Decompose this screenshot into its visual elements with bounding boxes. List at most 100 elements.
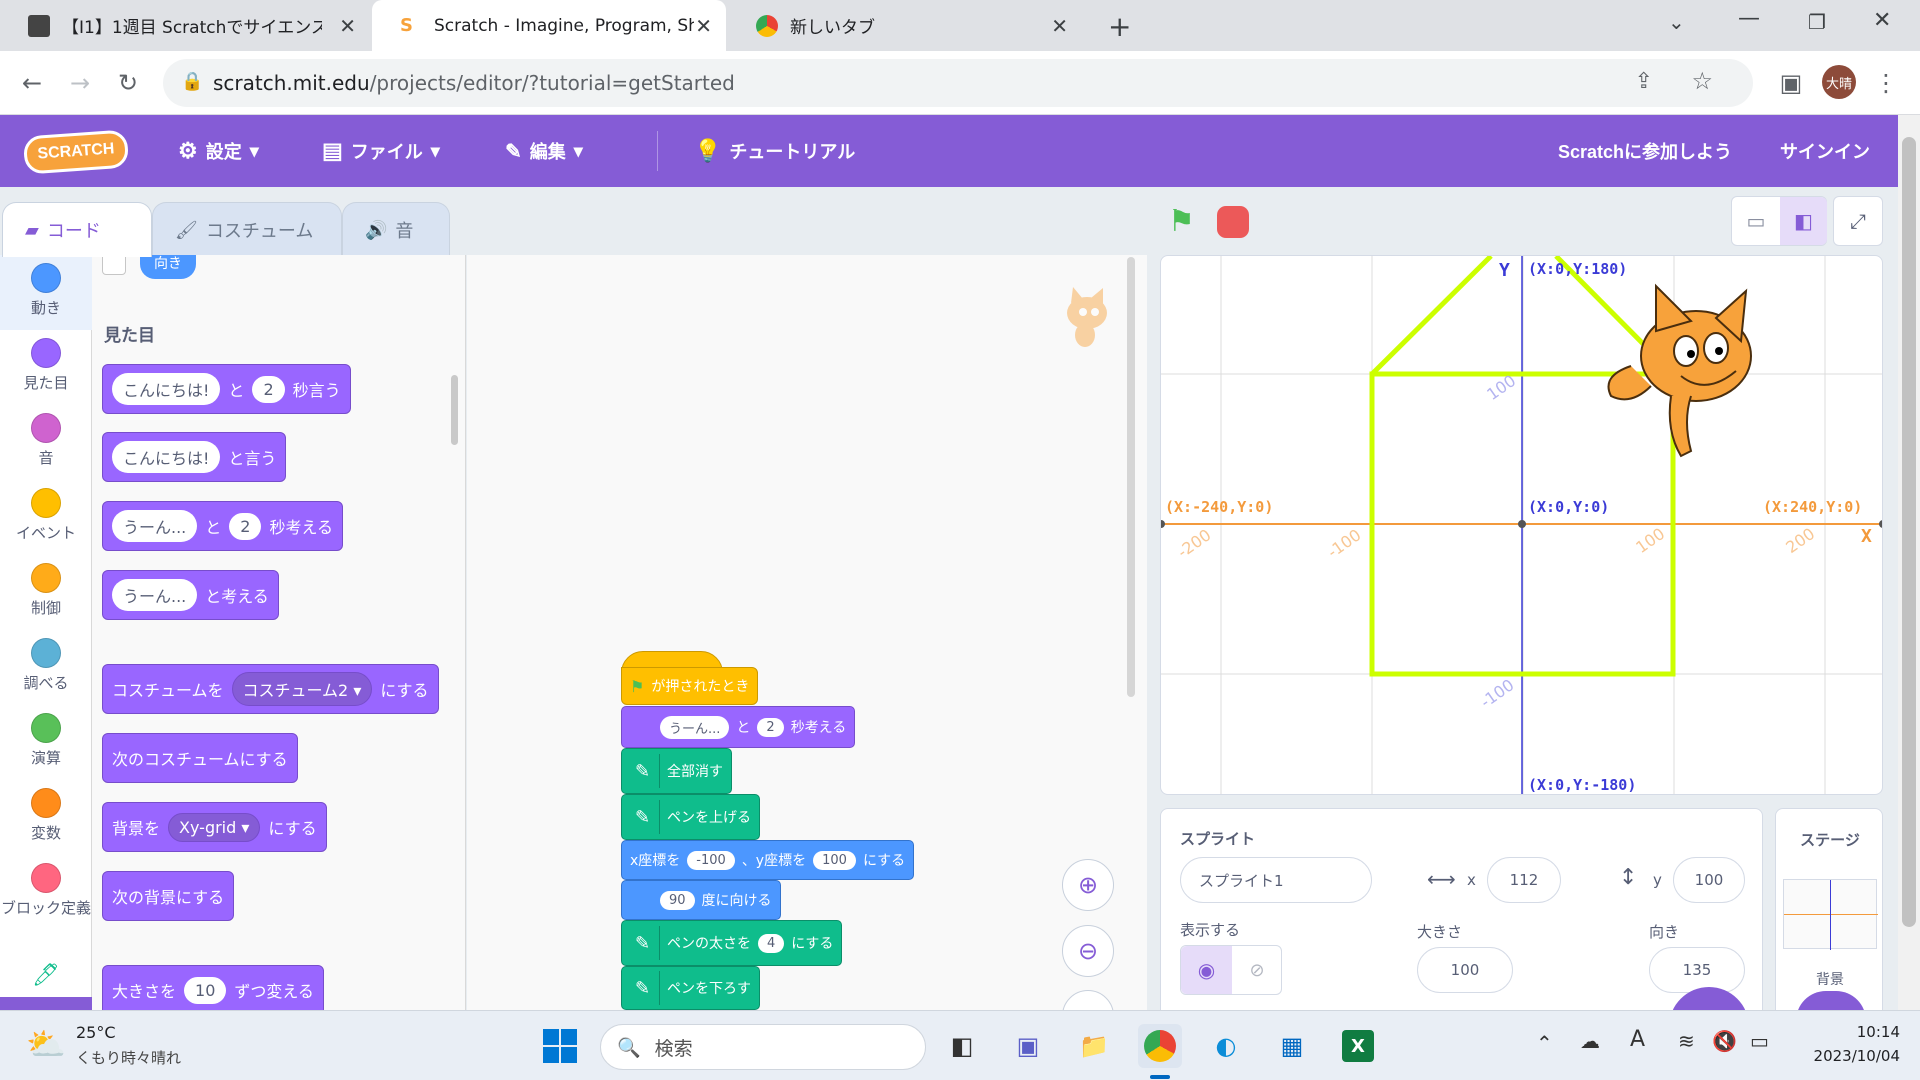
window-close-icon[interactable]: ✕ bbox=[1873, 8, 1891, 33]
secs-input[interactable]: 2 bbox=[229, 512, 262, 540]
category-control[interactable]: 制御 bbox=[0, 555, 92, 630]
x-input[interactable]: -100 bbox=[687, 850, 735, 870]
close-icon[interactable]: ✕ bbox=[695, 14, 712, 38]
forward-icon[interactable]: → bbox=[62, 65, 98, 101]
windows-start-icon[interactable] bbox=[538, 1024, 582, 1068]
zoom-in-button[interactable]: ⊕ bbox=[1062, 859, 1114, 911]
next-costume-block[interactable]: 次のコスチュームにする bbox=[102, 733, 298, 783]
back-icon[interactable]: ← bbox=[14, 65, 50, 101]
y-input[interactable]: 100 bbox=[813, 850, 856, 870]
secs-input[interactable]: 2 bbox=[757, 717, 784, 737]
zoom-out-button[interactable]: ⊖ bbox=[1062, 925, 1114, 977]
category-motion[interactable]: 動き bbox=[0, 255, 92, 330]
page-scrollbar[interactable] bbox=[1898, 115, 1920, 1010]
teams-chat-icon[interactable]: ▣ bbox=[1006, 1024, 1050, 1068]
pen-up-block[interactable]: ✎ ペンを上げる bbox=[621, 794, 760, 840]
tab-code[interactable]: ▰ コード bbox=[2, 202, 152, 257]
chevron-up-icon[interactable]: ⌃ bbox=[1536, 1031, 1553, 1055]
tab-costumes[interactable]: 🖌 コスチューム bbox=[152, 202, 342, 257]
sprite-x-input[interactable]: 112 bbox=[1487, 857, 1561, 903]
sprite-name-input[interactable]: スプライト1 bbox=[1180, 857, 1372, 903]
sprite-direction-input[interactable]: 135 bbox=[1649, 947, 1745, 993]
bookmark-star-icon[interactable]: ☆ bbox=[1691, 67, 1713, 95]
script-area[interactable]: ⚑ が押されたとき うーん... と 2 秒考える ✎ 全部消す ✎ ペンを上げ… bbox=[467, 255, 1147, 1042]
category-my-blocks[interactable]: ブロック定義 bbox=[0, 855, 92, 945]
stage-thumbnail[interactable] bbox=[1783, 879, 1878, 950]
close-icon[interactable]: ✕ bbox=[339, 14, 356, 38]
small-stage-icon[interactable]: ▭ bbox=[1732, 197, 1780, 245]
page-scrollbar-thumb[interactable] bbox=[1902, 137, 1916, 927]
checkbox[interactable] bbox=[102, 255, 126, 275]
tutorial-menu[interactable]: 💡 チュートリアル bbox=[694, 115, 855, 187]
stop-button[interactable] bbox=[1217, 206, 1249, 238]
direction-input[interactable]: 90 bbox=[660, 890, 695, 910]
fullscreen-icon[interactable]: ⤢ bbox=[1833, 196, 1883, 246]
green-flag-button[interactable]: ⚑ bbox=[1168, 204, 1195, 239]
category-events[interactable]: イベント bbox=[0, 480, 92, 555]
category-operators[interactable]: 演算 bbox=[0, 705, 92, 780]
think-for-secs-block[interactable]: うーん... と 2 秒考える bbox=[102, 501, 343, 551]
say-block[interactable]: こんにちは! と言う bbox=[102, 432, 287, 482]
join-scratch-link[interactable]: Scratchに参加しよう bbox=[1558, 115, 1732, 187]
category-sensing[interactable]: 調べる bbox=[0, 630, 92, 705]
sign-in-link[interactable]: サインイン bbox=[1780, 115, 1870, 187]
browser-tab-newtab[interactable]: 新しいタブ ✕ bbox=[728, 0, 1082, 51]
file-explorer-icon[interactable]: 📁 bbox=[1072, 1024, 1116, 1068]
browser-tab-scratch[interactable]: S Scratch - Imagine, Program, Sha ✕ bbox=[372, 0, 726, 51]
tab-search-icon[interactable]: ⌄ bbox=[1668, 10, 1685, 34]
pen-size-input[interactable]: 4 bbox=[758, 933, 785, 953]
speaker-muted-icon[interactable]: 🔇 bbox=[1712, 1029, 1737, 1053]
when-flag-clicked-block[interactable]: ⚑ が押されたとき bbox=[621, 667, 759, 705]
hide-eye-icon[interactable]: ⊘ bbox=[1232, 946, 1282, 994]
point-in-direction-block[interactable]: 90 度に向ける bbox=[621, 880, 781, 920]
category-looks[interactable]: 見た目 bbox=[0, 330, 92, 405]
edit-menu[interactable]: ✎ 編集 ▾ bbox=[505, 115, 583, 187]
side-panel-icon[interactable]: ▣ bbox=[1773, 65, 1809, 101]
category-variables[interactable]: 変数 bbox=[0, 780, 92, 855]
switch-backdrop-block[interactable]: 背景を Xy-grid ▾ にする bbox=[102, 802, 327, 852]
pen-extension-icon[interactable]: 🖊 bbox=[32, 963, 60, 988]
onedrive-icon[interactable]: ☁ bbox=[1580, 1029, 1600, 1053]
profile-avatar[interactable]: 大晴 bbox=[1822, 65, 1856, 99]
switch-costume-block[interactable]: コスチュームを コスチューム2 ▾ にする bbox=[102, 664, 439, 714]
store-icon[interactable]: ▦ bbox=[1270, 1024, 1314, 1068]
minimize-icon[interactable]: — bbox=[1738, 6, 1760, 31]
secs-input[interactable]: 2 bbox=[252, 375, 285, 403]
new-tab-button[interactable]: + bbox=[1108, 10, 1131, 43]
think-message-input[interactable]: うーん... bbox=[112, 510, 198, 542]
browser-tab-classroom[interactable]: 【I1】1週目 Scratchでサイエンスアー ✕ bbox=[0, 0, 370, 51]
think-for-secs-block[interactable]: うーん... と 2 秒考える bbox=[621, 706, 856, 748]
file-menu[interactable]: ▤ ファイル ▾ bbox=[322, 115, 440, 187]
add-extension-button[interactable] bbox=[0, 997, 92, 1010]
set-pen-size-block[interactable]: ✎ ペンの太さを 4 にする bbox=[621, 920, 843, 966]
direction-reporter-block[interactable]: 向き bbox=[140, 255, 196, 279]
say-message-input[interactable]: こんにちは! bbox=[112, 373, 221, 405]
edge-icon[interactable]: ◐ bbox=[1204, 1024, 1248, 1068]
size-input[interactable]: 10 bbox=[184, 976, 227, 1004]
stage-canvas[interactable]: Y X (X:0,Y:180) (X:0,Y:-180) (X:-240,Y:0… bbox=[1160, 255, 1883, 795]
costume-dropdown[interactable]: コスチューム2 ▾ bbox=[231, 672, 373, 706]
close-icon[interactable]: ✕ bbox=[1051, 14, 1068, 38]
sprite-y-input[interactable]: 100 bbox=[1673, 857, 1745, 903]
ime-icon[interactable]: A bbox=[1630, 1027, 1645, 1052]
backdrop-dropdown[interactable]: Xy-grid ▾ bbox=[168, 812, 261, 842]
next-backdrop-block[interactable]: 次の背景にする bbox=[102, 871, 235, 921]
taskbar-search[interactable]: 🔍 検索 bbox=[600, 1024, 926, 1070]
say-message-input[interactable]: こんにちは! bbox=[112, 441, 221, 473]
tab-sounds[interactable]: 🔊 音 bbox=[342, 202, 450, 257]
battery-icon[interactable]: ▭ bbox=[1750, 1029, 1769, 1053]
show-eye-icon[interactable]: ◉ bbox=[1181, 946, 1232, 994]
sprite-size-input[interactable]: 100 bbox=[1417, 947, 1513, 993]
weather-cloud-icon[interactable]: ⛅ bbox=[26, 1025, 66, 1063]
category-sound[interactable]: 音 bbox=[0, 405, 92, 480]
address-bar[interactable]: 🔒 scratch.mit.edu/projects/editor/?tutor… bbox=[163, 59, 1753, 107]
go-to-xy-block[interactable]: x座標を -100 、y座標を 100 にする bbox=[621, 840, 915, 880]
large-stage-icon[interactable]: ◧ bbox=[1780, 197, 1827, 245]
think-message-input[interactable]: うーん... bbox=[660, 715, 730, 739]
scratch-logo[interactable]: SCRATCH bbox=[22, 129, 130, 175]
wifi-icon[interactable]: ≋ bbox=[1678, 1029, 1695, 1053]
restore-icon[interactable]: ❐ bbox=[1808, 10, 1826, 34]
task-view-icon[interactable]: ◧ bbox=[940, 1024, 984, 1068]
clock-time[interactable]: 10:14 bbox=[1800, 1023, 1900, 1041]
reload-icon[interactable]: ↻ bbox=[110, 65, 146, 101]
